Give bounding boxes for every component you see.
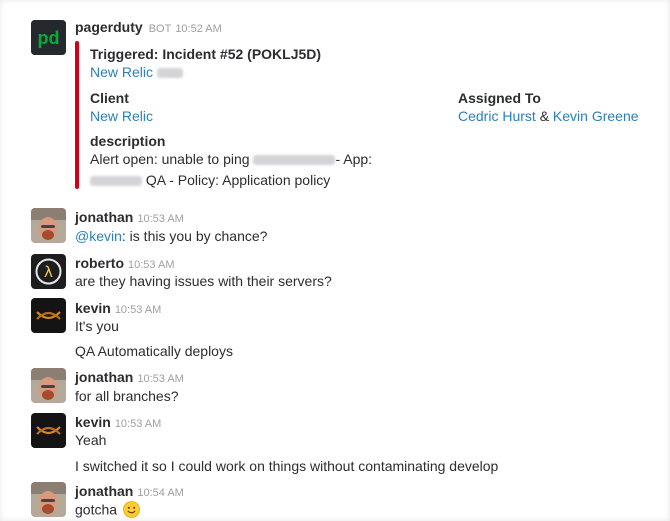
sender-name[interactable]: jonathan 10:53 AM	[75, 369, 184, 385]
assignee-link[interactable]: Cedric Hurst	[458, 108, 536, 124]
pagerduty-logo-icon[interactable]: pd	[31, 20, 66, 55]
sender-name[interactable]: roberto 10:53 AM	[75, 255, 174, 271]
description-text: Alert open: unable to ping	[90, 151, 250, 167]
timestamp[interactable]: 10:53 AM	[115, 304, 161, 316]
assignee-separator: &	[539, 108, 550, 124]
user-mention[interactable]: @kevin	[75, 228, 122, 244]
sender-name-text[interactable]: kevin	[75, 414, 111, 430]
avatar-jonathan[interactable]	[31, 208, 66, 243]
sender-name-text[interactable]: roberto	[75, 255, 124, 271]
attachment-accent-bar	[75, 41, 79, 189]
incident-source-link[interactable]: New Relic	[90, 64, 153, 80]
slightly-smiling-face-icon[interactable]	[123, 501, 140, 521]
assignee-link[interactable]: Kevin Greene	[553, 108, 639, 124]
avatar-kevin[interactable]	[31, 413, 66, 448]
sender-name[interactable]: jonathan 10:53 AM	[75, 209, 184, 225]
sender-name-text[interactable]: jonathan	[75, 483, 133, 499]
avatar-jonathan[interactable]	[31, 482, 66, 517]
avatar-jonathan[interactable]	[31, 368, 66, 403]
sender-name[interactable]: jonathan 10:54 AM	[75, 483, 184, 499]
incident-title[interactable]: Triggered: Incident #52 (POKLJ5D)	[90, 46, 321, 62]
redacted-text	[90, 176, 142, 187]
sender-name[interactable]: kevin 10:53 AM	[75, 414, 161, 430]
bot-badge: BOT	[148, 23, 172, 35]
timestamp[interactable]: 10:53 AM	[128, 259, 174, 271]
description-label: description	[90, 133, 166, 149]
message-text: are they having issues with their server…	[75, 273, 332, 289]
sender-name[interactable]: pagerduty BOT 10:52 AM	[75, 19, 222, 35]
svg-text:λ: λ	[44, 263, 53, 281]
assignees: Cedric Hurst & Kevin Greene	[458, 108, 639, 124]
assigned-label: Assigned To	[458, 90, 541, 106]
message-text: I switched it so I could work on things …	[75, 458, 499, 474]
timestamp[interactable]: 10:53 AM	[115, 418, 161, 430]
description-text: - App:	[335, 151, 373, 167]
description-line: QA - Policy: Application policy	[90, 172, 330, 188]
message-text: for all branches?	[75, 388, 179, 404]
message-text: gotcha	[75, 501, 140, 521]
timestamp[interactable]: 10:54 AM	[137, 487, 183, 499]
timestamp[interactable]: 10:53 AM	[137, 213, 183, 225]
message-body: : is this you by chance?	[121, 228, 268, 244]
message-text: QA Automatically deploys	[75, 343, 233, 359]
pagerduty-logo-text: pd	[38, 28, 60, 48]
description-line: Alert open: unable to ping - App:	[90, 151, 372, 167]
avatar-kevin[interactable]	[31, 298, 66, 333]
message-text: It's you	[75, 318, 119, 334]
sender-name-text[interactable]: pagerduty	[75, 19, 143, 35]
redacted-text	[156, 68, 183, 79]
sender-name-text[interactable]: jonathan	[75, 369, 133, 385]
message-text: @kevin: is this you by chance?	[75, 228, 267, 244]
client-value-text[interactable]: New Relic	[90, 108, 153, 124]
message-text: Yeah	[75, 432, 107, 448]
sender-name-text[interactable]: kevin	[75, 300, 111, 316]
description-text: QA - Policy: Application policy	[145, 172, 331, 188]
client-value-link[interactable]: New Relic	[90, 108, 153, 124]
avatar-roberto[interactable]: λ	[31, 254, 66, 289]
redacted-text	[253, 155, 336, 166]
sender-name[interactable]: kevin 10:53 AM	[75, 300, 161, 316]
client-label: Client	[90, 90, 129, 106]
timestamp[interactable]: 10:53 AM	[137, 373, 183, 385]
sender-name-text[interactable]: jonathan	[75, 209, 133, 225]
message-body: gotcha	[75, 501, 118, 518]
incident-subtitle[interactable]: New Relic	[90, 64, 183, 80]
timestamp[interactable]: 10:52 AM	[175, 23, 221, 35]
